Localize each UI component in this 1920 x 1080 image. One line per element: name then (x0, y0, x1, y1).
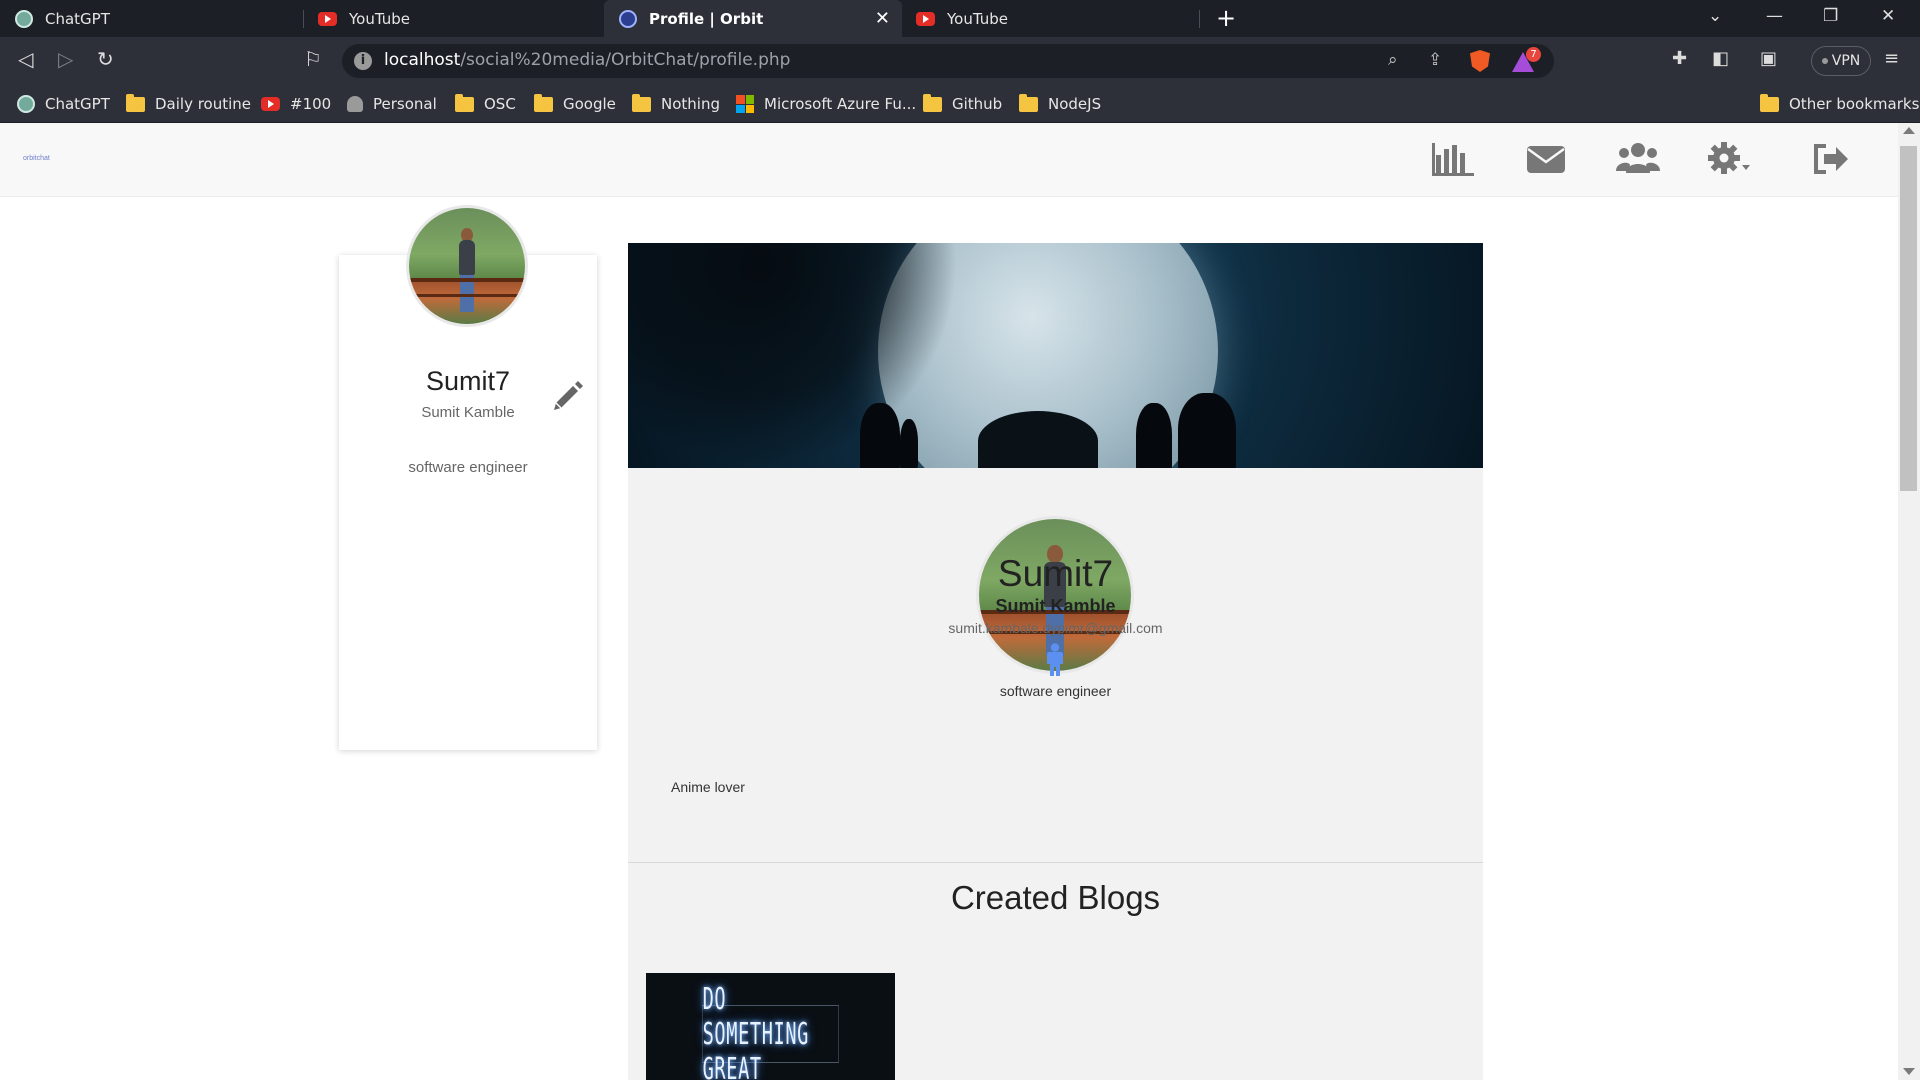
sidebar-profile-card (339, 255, 597, 750)
tab-title: YouTube (349, 9, 410, 28)
users-icon[interactable] (1616, 141, 1660, 181)
close-window-button[interactable]: ✕ (1881, 6, 1895, 26)
chatgpt-icon (17, 95, 35, 113)
bookmark-nothing[interactable]: Nothing (632, 85, 720, 123)
scroll-down-arrow[interactable] (1903, 1068, 1915, 1075)
bookmarks-bar: ChatGPT Daily routine #100 Personal OSC … (0, 85, 1920, 123)
rewards-badge: 7 (1526, 47, 1541, 62)
bookmark-microsoft-azure[interactable]: Microsoft Azure Fu... (736, 85, 916, 123)
main-email: sumit.kambale.dypimr@gmail.com (948, 620, 1163, 636)
sidebar-icon[interactable]: ◧ (1712, 48, 1729, 69)
restore-button[interactable]: ❐ (1823, 6, 1838, 26)
browser-toolbar: ◁ ▷ ↻ ⚐ i localhost/social%20media/Orbit… (0, 37, 1920, 85)
youtube-icon (261, 97, 280, 111)
created-blogs-heading: Created Blogs (950, 879, 1161, 916)
folder-icon (455, 93, 474, 112)
bookmark-chatgpt[interactable]: ChatGPT (17, 85, 110, 123)
bar-chart-icon[interactable] (1432, 141, 1474, 181)
bookmark-nodejs[interactable]: NodeJS (1019, 85, 1101, 123)
sign-out-icon[interactable] (1812, 141, 1852, 181)
person-icon (347, 96, 363, 112)
main-bio: software engineer (999, 683, 1112, 699)
sidebar-bio: software engineer (408, 459, 528, 476)
youtube-icon (318, 9, 337, 28)
back-button[interactable]: ◁ (18, 47, 33, 71)
app-navbar: orbitchat (0, 123, 1898, 197)
bookmark-github[interactable]: Github (923, 85, 1002, 123)
folder-icon (632, 93, 651, 112)
orbitchat-logo[interactable]: orbitchat (23, 155, 50, 162)
main-full-name: Sumit Kamble (995, 596, 1116, 616)
male-icon (1044, 643, 1066, 681)
main-username: Sumit7 (997, 553, 1114, 594)
tab-search-icon[interactable]: ⌄ (1708, 6, 1722, 26)
chatgpt-icon (14, 9, 33, 28)
vpn-button[interactable]: VPN (1811, 46, 1871, 76)
new-tab-button[interactable]: + (1216, 4, 1236, 32)
url-text[interactable]: localhost/social%20media/OrbitChat/profi… (384, 50, 790, 70)
wallet-icon[interactable]: ▣ (1760, 48, 1777, 69)
menu-icon[interactable]: ≡ (1884, 48, 1899, 69)
bookmark-100[interactable]: #100 (261, 85, 331, 123)
forward-button[interactable]: ▷ (58, 47, 73, 71)
youtube-icon (916, 9, 935, 28)
folder-icon (534, 93, 553, 112)
bookmark-page-icon[interactable]: ⚐ (304, 47, 322, 71)
tab-title: Profile | Orbit (649, 9, 764, 28)
folder-icon (1760, 93, 1779, 112)
about-text: Anime lover (671, 779, 745, 795)
cover-image (628, 243, 1483, 468)
bookmark-personal[interactable]: Personal (347, 85, 437, 123)
orbit-icon (618, 9, 637, 28)
tab-title: YouTube (947, 9, 1008, 28)
scroll-up-arrow[interactable] (1903, 127, 1915, 134)
reload-button[interactable]: ↻ (97, 47, 114, 71)
tab-title: ChatGPT (45, 9, 110, 28)
share-icon[interactable]: ⇪ (1428, 50, 1442, 70)
envelope-icon[interactable] (1526, 141, 1566, 181)
section-divider (628, 862, 1483, 863)
other-bookmarks[interactable]: Other bookmarks (1760, 85, 1919, 123)
gear-icon[interactable] (1708, 141, 1752, 181)
blog-card[interactable]: DO SOMETHING GREAT (646, 973, 895, 1080)
pencil-icon[interactable] (551, 378, 585, 416)
zoom-icon[interactable]: ⌕ (1388, 50, 1398, 70)
brave-shields-icon[interactable] (1470, 50, 1490, 72)
blog-image-text: DO SOMETHING GREAT (701, 982, 840, 1080)
folder-icon (126, 93, 145, 112)
site-info-icon[interactable]: i (354, 52, 372, 70)
address-bar[interactable]: i localhost/social%20media/OrbitChat/pro… (342, 44, 1554, 78)
tab-youtube[interactable]: YouTube (304, 0, 604, 37)
close-tab-icon[interactable]: ✕ (875, 8, 890, 29)
sidebar-avatar[interactable] (406, 205, 528, 327)
folder-icon (923, 93, 942, 112)
browser-tab-bar: ChatGPT YouTube Profile | Orbit ✕ YouTub… (0, 0, 1920, 37)
tab-youtube-2[interactable]: YouTube (902, 0, 1200, 37)
page-viewport: orbitchat Sumit7 Sumit Kamble software e… (0, 123, 1920, 1080)
minimize-button[interactable]: — (1766, 6, 1783, 26)
tab-chatgpt[interactable]: ChatGPT (0, 0, 304, 37)
tab-profile-orbit[interactable]: Profile | Orbit ✕ (604, 0, 902, 37)
folder-icon (1019, 93, 1038, 112)
bookmark-osc[interactable]: OSC (455, 85, 516, 123)
extensions-icon[interactable]: ✚ (1672, 48, 1687, 69)
bookmark-daily-routine[interactable]: Daily routine (126, 85, 251, 123)
scrollbar-thumb[interactable] (1900, 146, 1917, 491)
bookmark-google[interactable]: Google (534, 85, 616, 123)
microsoft-icon (736, 95, 754, 113)
